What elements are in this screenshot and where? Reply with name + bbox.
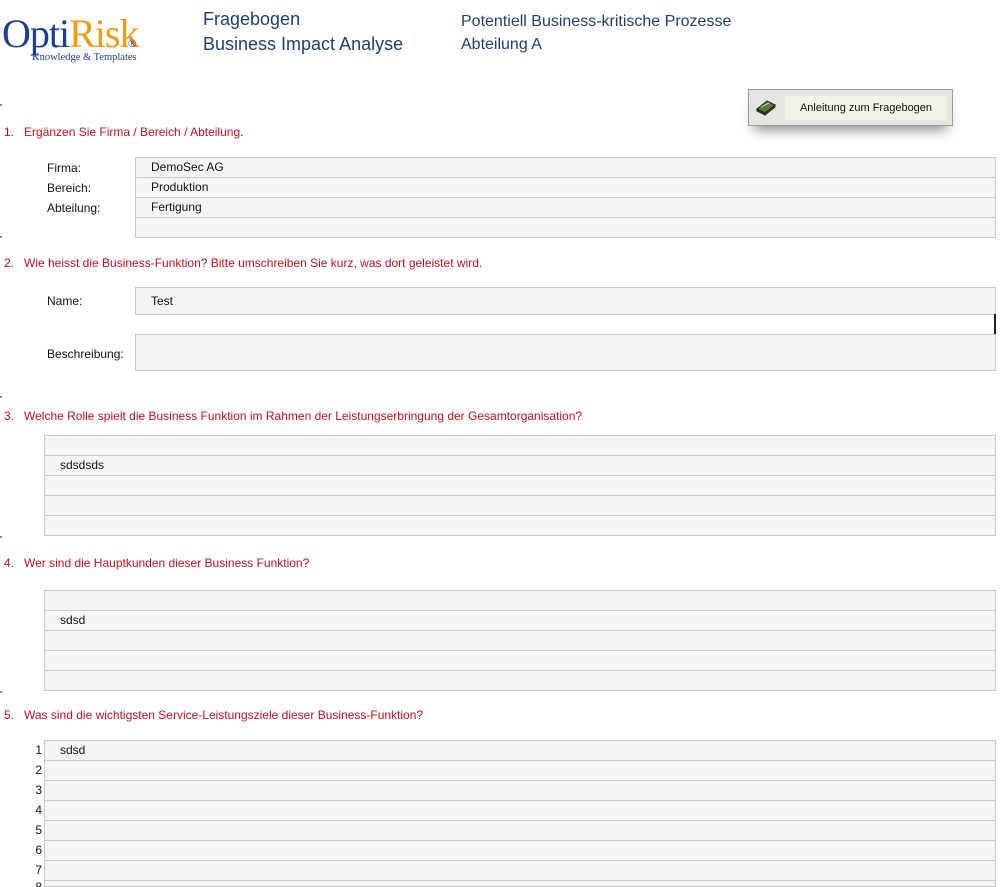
role-field-row[interactable] xyxy=(44,435,996,456)
text-cursor xyxy=(994,314,996,334)
question-4-text: Wer sind die Hauptkunden dieser Business… xyxy=(24,556,310,570)
service-goal-number: 6 xyxy=(35,843,42,857)
service-goal-field[interactable] xyxy=(44,800,996,821)
service-goal-field[interactable] xyxy=(44,880,996,887)
doc-subtitle-line2: Abteilung A xyxy=(461,36,542,53)
bereich-field[interactable]: Produktion xyxy=(135,177,996,198)
question-5-number: 5. xyxy=(4,708,15,722)
firma-field[interactable]: DemoSec AG xyxy=(135,157,996,178)
name-label: Name: xyxy=(47,294,83,308)
optirisk-logo: OptiRisk ® Knowledge & Templates xyxy=(2,12,142,68)
bereich-label: Bereich: xyxy=(47,181,92,195)
instructions-button[interactable]: Anleitung zum Fragebogen xyxy=(748,89,953,126)
service-goal-number: 5 xyxy=(35,823,42,837)
customers-field-row[interactable] xyxy=(44,650,996,671)
doc-title-line1: Fragebogen xyxy=(203,9,301,29)
firma-label: Firma: xyxy=(47,161,81,175)
customers-field-row[interactable] xyxy=(44,670,996,691)
role-field-row[interactable] xyxy=(44,475,996,496)
question-5-heading: 5. Was sind die wichtigsten Service-Leist… xyxy=(4,707,423,723)
function-name-field[interactable]: Test xyxy=(135,287,996,315)
logo-registered-mark: ® xyxy=(128,38,137,50)
question-2-heading: 2. Wie heisst die Business-Funktion? Bitt… xyxy=(4,255,482,271)
question-1-heading: 1. Ergänzen Sie Firma / Bereich / Abteilu… xyxy=(4,124,243,140)
question-3-number: 3. xyxy=(4,409,15,423)
abteilung-field[interactable]: Fertigung xyxy=(135,197,996,218)
question-3-text: Welche Rolle spielt die Business Funktio… xyxy=(24,409,583,423)
role-field-row[interactable] xyxy=(44,515,996,536)
doc-subtitle-line1: Potentiell Business-kritische Prozesse xyxy=(461,13,732,30)
service-goal-field[interactable] xyxy=(44,860,996,881)
row-marker xyxy=(0,691,2,693)
instructions-button-label: Anleitung zum Fragebogen xyxy=(785,96,947,120)
question-3-heading: 3. Welche Rolle spielt die Business Funkt… xyxy=(4,408,582,424)
row-marker xyxy=(0,536,2,538)
role-field-row[interactable]: sdsdsds xyxy=(44,455,996,476)
role-field-row[interactable] xyxy=(44,495,996,516)
row-marker xyxy=(0,104,2,106)
service-goal-field[interactable] xyxy=(44,780,996,801)
question-1-number: 1. xyxy=(4,125,15,139)
question-2-number: 2. xyxy=(4,256,15,270)
question-4-heading: 4. Wer sind die Hauptkunden dieser Busine… xyxy=(4,555,309,571)
logo-tagline: Knowledge & Templates xyxy=(32,52,137,63)
service-goal-number: 7 xyxy=(35,863,42,877)
row-marker xyxy=(0,236,2,238)
book-icon xyxy=(755,97,777,117)
description-label: Beschreibung: xyxy=(47,347,124,361)
service-goal-number: 2 xyxy=(35,763,42,777)
customers-field-row[interactable] xyxy=(44,590,996,611)
service-goal-number: 8 xyxy=(35,880,42,887)
question-1-text: Ergänzen Sie Firma / Bereich / Abteilung… xyxy=(24,125,244,139)
question-2-text: Wie heisst die Business-Funktion? Bitte … xyxy=(24,256,483,270)
abteilung-label: Abteilung: xyxy=(47,201,101,215)
row-marker xyxy=(0,396,2,398)
service-goal-number: 3 xyxy=(35,783,42,797)
customers-field-row[interactable]: sdsd xyxy=(44,610,996,631)
logo-wordmark: OptiRisk xyxy=(2,11,139,56)
question-4-number: 4. xyxy=(4,556,15,570)
service-goal-field[interactable] xyxy=(44,840,996,861)
doc-title-line2: Business Impact Analyse xyxy=(203,34,404,54)
service-goal-number: 4 xyxy=(35,803,42,817)
service-goal-field[interactable]: sdsd xyxy=(44,740,996,761)
customers-field-row[interactable] xyxy=(44,630,996,651)
service-goal-field[interactable] xyxy=(44,760,996,781)
extra-org-field[interactable] xyxy=(135,217,996,238)
service-goal-field[interactable] xyxy=(44,820,996,841)
function-description-field[interactable] xyxy=(135,334,996,371)
service-goal-number: 1 xyxy=(35,743,42,757)
question-5-text: Was sind die wichtigsten Service-Leistun… xyxy=(24,708,424,722)
